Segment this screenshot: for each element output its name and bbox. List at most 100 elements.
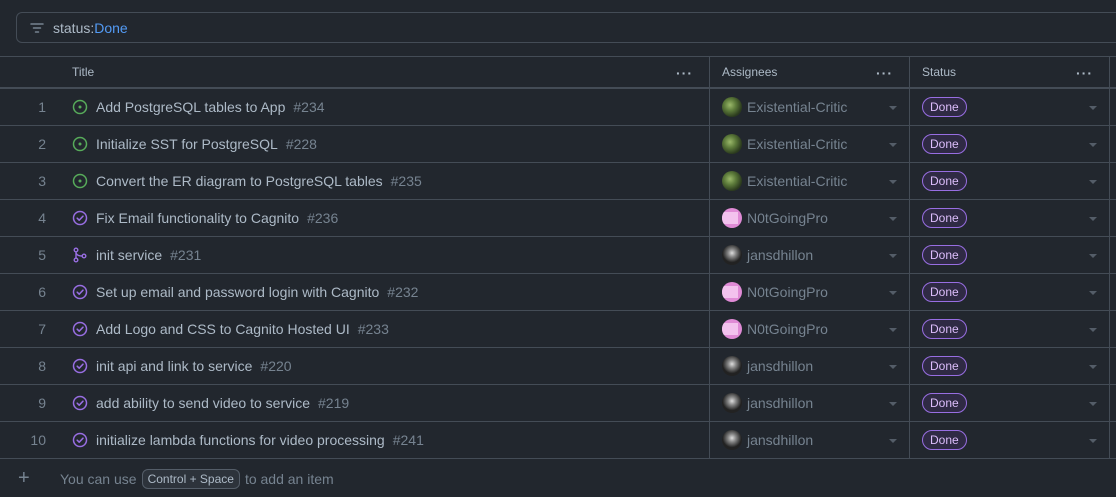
header-status[interactable]: Status ··· [910,57,1110,87]
assignees-cell[interactable]: jansdhillon [710,348,910,384]
status-column-menu-icon[interactable]: ··· [1076,65,1093,81]
chevron-down-icon[interactable] [889,328,897,332]
assignees-cell[interactable]: N0tGoingPro [710,311,910,347]
table-row[interactable]: 1 Add PostgreSQL tables to App #234 Exis… [0,89,1116,126]
title-cell[interactable]: init api and link to service #220 [60,348,710,384]
title-cell[interactable]: Set up email and password login with Cag… [60,274,710,310]
assignee-name: jansdhillon [747,432,814,448]
header-title[interactable]: Title ··· [60,57,710,87]
table-row[interactable]: 2 Initialize SST for PostgreSQL #228 Exi… [0,126,1116,163]
table-row[interactable]: 4 Fix Email functionality to Cagnito #23… [0,200,1116,237]
chevron-down-icon[interactable] [889,439,897,443]
chevron-down-icon[interactable] [889,402,897,406]
item-title[interactable]: Initialize SST for PostgreSQL [96,136,278,152]
assignees-cell[interactable]: jansdhillon [710,422,910,458]
header-status-label: Status [922,65,957,79]
table-row[interactable]: 7 Add Logo and CSS to Cagnito Hosted UI … [0,311,1116,348]
status-cell[interactable]: Done [910,237,1110,273]
row-number: 1 [0,89,60,125]
row-number-text: 7 [38,321,46,337]
item-title[interactable]: Fix Email functionality to Cagnito [96,210,299,226]
title-cell[interactable]: Fix Email functionality to Cagnito #236 [60,200,710,236]
status-cell[interactable]: Done [910,385,1110,421]
title-cell[interactable]: Initialize SST for PostgreSQL #228 [60,126,710,162]
chevron-down-icon[interactable] [1089,143,1097,147]
chevron-down-icon[interactable] [1089,365,1097,369]
table-row[interactable]: 3 Convert the ER diagram to PostgreSQL t… [0,163,1116,200]
status-cell[interactable]: Done [910,126,1110,162]
issue-open-icon [72,173,88,189]
status-cell[interactable]: Done [910,274,1110,310]
table-row[interactable]: 9 add ability to send video to service #… [0,385,1116,422]
assignees-column-menu-icon[interactable]: ··· [876,65,893,81]
item-number: #228 [285,136,317,152]
chevron-down-icon[interactable] [889,143,897,147]
assignees-cell[interactable]: N0tGoingPro [710,200,910,236]
chevron-down-icon[interactable] [889,365,897,369]
add-item-suffix: to add an item [244,470,334,487]
filter-icon [29,20,45,36]
status-cell[interactable]: Done [910,348,1110,384]
item-title[interactable]: Add Logo and CSS to Cagnito Hosted UI [96,321,350,337]
add-item-prefix: You can use [60,470,137,487]
chevron-down-icon[interactable] [1089,180,1097,184]
table-row[interactable]: 10 initialize lambda functions for video… [0,422,1116,459]
item-title[interactable]: add ability to send video to service [96,395,310,411]
chevron-down-icon[interactable] [889,180,897,184]
chevron-down-icon[interactable] [889,217,897,221]
assignees-cell[interactable]: Existential-Critic [710,89,910,125]
assignees-cell[interactable]: Existential-Critic [710,163,910,199]
chevron-down-icon[interactable] [1089,254,1097,258]
chevron-down-icon[interactable] [1089,328,1097,332]
chevron-down-icon[interactable] [1089,439,1097,443]
item-title[interactable]: init service [96,247,162,263]
chevron-down-icon[interactable] [1089,402,1097,406]
title-cell[interactable]: initialize lambda functions for video pr… [60,422,710,458]
title-cell[interactable]: Convert the ER diagram to PostgreSQL tab… [60,163,710,199]
chevron-down-icon[interactable] [889,254,897,258]
status-cell[interactable]: Done [910,422,1110,458]
item-title[interactable]: Add PostgreSQL tables to App [96,99,285,115]
filter-input[interactable]: status:Done [16,12,1116,43]
empty-cell [1110,89,1116,125]
status-cell[interactable]: Done [910,311,1110,347]
status-cell[interactable]: Done [910,163,1110,199]
empty-cell [1110,237,1116,273]
row-number-text: 8 [38,358,46,374]
status-cell[interactable]: Done [910,89,1110,125]
table-body: 1 Add PostgreSQL tables to App #234 Exis… [0,89,1116,459]
assignees-cell[interactable]: jansdhillon [710,237,910,273]
title-cell[interactable]: Add PostgreSQL tables to App #234 [60,89,710,125]
title-cell[interactable]: init service #231 [60,237,710,273]
header-assignees[interactable]: Assignees ··· [710,57,910,87]
title-column-menu-icon[interactable]: ··· [676,65,693,81]
issue-closed-icon [72,432,88,448]
status-cell[interactable]: Done [910,200,1110,236]
header-row-number [0,57,60,87]
avatar [722,393,742,413]
item-title[interactable]: initialize lambda functions for video pr… [96,432,385,448]
chevron-down-icon[interactable] [889,291,897,295]
assignees-cell[interactable]: N0tGoingPro [710,274,910,310]
table-row[interactable]: 6 Set up email and password login with C… [0,274,1116,311]
issue-closed-icon [72,321,88,337]
item-title[interactable]: Set up email and password login with Cag… [96,284,379,300]
chevron-down-icon[interactable] [1089,217,1097,221]
table-row[interactable]: 8 init api and link to service #220 jans… [0,348,1116,385]
row-number-text: 4 [38,210,46,226]
row-number: 2 [0,126,60,162]
add-item-row[interactable]: + You can use Control + Space to add an … [0,460,1116,497]
item-title[interactable]: Convert the ER diagram to PostgreSQL tab… [96,173,383,189]
chevron-down-icon[interactable] [1089,106,1097,110]
title-cell[interactable]: add ability to send video to service #21… [60,385,710,421]
item-title[interactable]: init api and link to service [96,358,252,374]
row-number-text: 5 [38,247,46,263]
chevron-down-icon[interactable] [889,106,897,110]
table-row[interactable]: 5 init service #231 jansdhillon Done [0,237,1116,274]
add-item-plus-icon[interactable]: + [0,467,60,490]
assignees-cell[interactable]: Existential-Critic [710,126,910,162]
empty-cell [1110,385,1116,421]
chevron-down-icon[interactable] [1089,291,1097,295]
title-cell[interactable]: Add Logo and CSS to Cagnito Hosted UI #2… [60,311,710,347]
assignees-cell[interactable]: jansdhillon [710,385,910,421]
